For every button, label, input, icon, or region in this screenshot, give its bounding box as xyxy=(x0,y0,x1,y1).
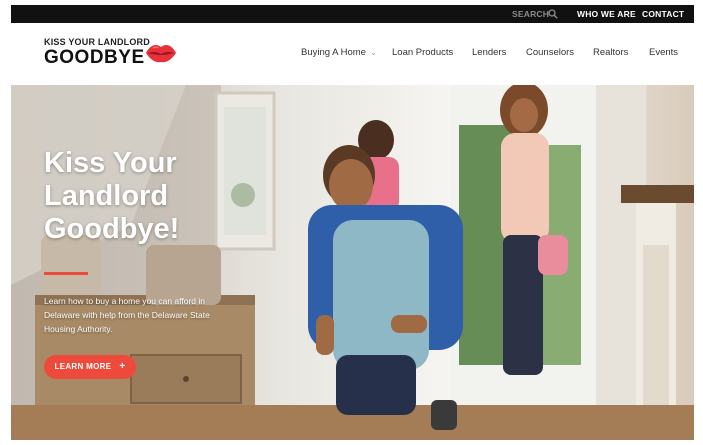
site-logo[interactable]: KISS YOUR LANDLORD GOODBYE xyxy=(44,37,194,73)
contact-link[interactable]: CONTACT xyxy=(642,5,684,23)
hero-divider xyxy=(44,272,88,275)
hero-photo xyxy=(11,85,694,440)
lips-icon xyxy=(146,45,176,63)
nav-loan-products[interactable]: Loan Products xyxy=(392,47,453,58)
page: SEARCH WHO WE ARE CONTACT KISS YOUR LAND… xyxy=(0,0,703,445)
nav-realtors[interactable]: Realtors xyxy=(593,47,628,58)
chevron-down-icon: ⌄ xyxy=(369,48,377,57)
site-header: KISS YOUR LANDLORD GOODBYE Buying A Home… xyxy=(11,23,694,85)
nav-buying-a-home-label: Buying A Home xyxy=(301,47,366,58)
nav-buying-a-home[interactable]: Buying A Home ⌄ xyxy=(301,47,377,58)
learn-more-button[interactable]: LEARN MORE + xyxy=(44,355,136,379)
nav-lenders[interactable]: Lenders xyxy=(472,47,506,58)
learn-more-label: LEARN MORE xyxy=(54,362,112,371)
plus-icon: + xyxy=(119,361,126,372)
logo-line-2: GOODBYE xyxy=(44,47,145,68)
search-link[interactable]: SEARCH xyxy=(512,5,549,23)
hero-title: Kiss Your Landlord Goodbye! xyxy=(44,147,180,245)
nav-counselors[interactable]: Counselors xyxy=(526,47,574,58)
hero-banner: Kiss Your Landlord Goodbye! Learn how to… xyxy=(11,85,694,440)
logo-line-1: KISS YOUR LANDLORD xyxy=(44,37,150,47)
utility-bar: SEARCH WHO WE ARE CONTACT xyxy=(11,5,694,23)
search-icon[interactable] xyxy=(548,9,558,19)
hero-description: Learn how to buy a home you can afford i… xyxy=(44,296,210,334)
who-we-are-link[interactable]: WHO WE ARE xyxy=(577,5,636,23)
nav-events[interactable]: Events xyxy=(649,47,678,58)
